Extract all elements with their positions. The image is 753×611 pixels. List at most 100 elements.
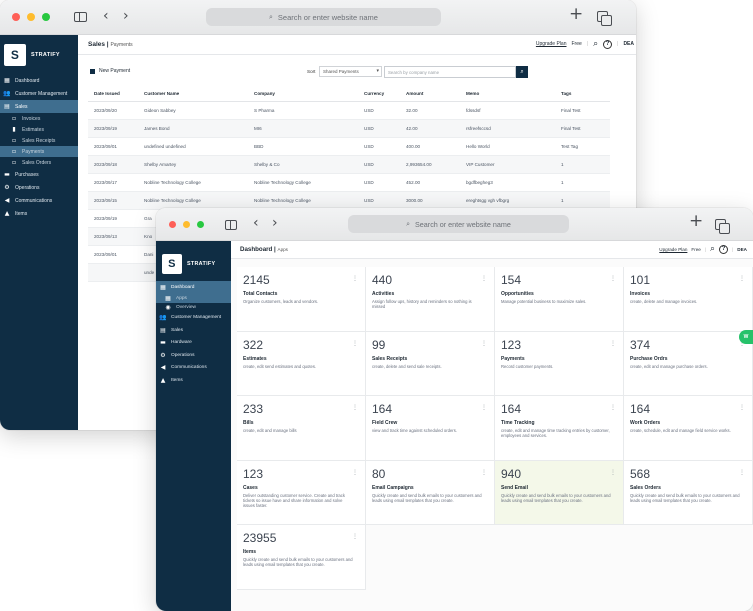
sidebar-item-communications[interactable]: ◀ Communications: [156, 362, 231, 375]
forward-icon[interactable]: ›: [123, 9, 129, 23]
app-card-cases[interactable]: 123 Cases Deliver outstanding customer ser…: [237, 460, 366, 525]
sidebar-item-operations[interactable]: ⚙ Operations: [156, 349, 231, 362]
column-header-customer-name[interactable]: Customer Name: [138, 87, 248, 102]
back-icon[interactable]: ‹: [103, 9, 109, 23]
sidebar-item-estimates[interactable]: ▮ Estimates: [0, 124, 78, 135]
more-options-icon[interactable]: ⋮: [610, 404, 616, 411]
close-window-button[interactable]: [12, 13, 20, 21]
app-card-estimates[interactable]: 322 Estimates create, edit send estimates …: [237, 331, 366, 396]
app-card-send-email[interactable]: 940 Send Email Quickly create and send bul…: [495, 460, 624, 525]
sidebar-item-items[interactable]: ▲ Items: [0, 207, 78, 220]
sidebar-item-items[interactable]: ▲ Items: [156, 374, 231, 387]
maximize-window-button[interactable]: [42, 13, 50, 21]
forward-icon[interactable]: ›: [272, 216, 278, 230]
sidebar-item-dashboard[interactable]: ▦ Dashboard: [0, 74, 78, 87]
upgrade-plan-link[interactable]: Upgrade Plan: [659, 247, 687, 252]
app-card-sales-orders[interactable]: 568 Sales Orders Quickly create and send b…: [624, 460, 753, 525]
company-search-input[interactable]: Search by company name: [384, 66, 516, 78]
search-icon[interactable]: ⌕: [593, 39, 598, 49]
sidebar-item-payments[interactable]: ▫ Payments: [0, 146, 78, 157]
sidebar-item-customer-management[interactable]: 👥 Customer Management: [0, 87, 78, 100]
sidebar-item-sales[interactable]: ▤ Sales: [0, 100, 78, 113]
table-row[interactable]: 2023/09/20 Gideon Sabbey S Pharma USD 32.00 f…: [88, 101, 610, 120]
help-icon[interactable]: ?: [719, 244, 729, 254]
more-options-icon[interactable]: ⋮: [481, 469, 487, 476]
column-header-amount[interactable]: Amount: [400, 87, 460, 102]
more-options-icon[interactable]: ⋮: [481, 340, 487, 347]
more-options-icon[interactable]: ⋮: [352, 533, 358, 540]
app-card-activities[interactable]: 440 Activities Assign follow ups, history …: [366, 267, 495, 332]
sidebar-item-sales[interactable]: ▤ Sales: [156, 324, 231, 337]
maximize-window-button[interactable]: [197, 221, 204, 228]
search-icon[interactable]: ⌕: [710, 244, 715, 254]
app-card-email-campaigns[interactable]: 80 Email Campaigns Quickly create and send…: [366, 460, 495, 525]
upgrade-plan-link[interactable]: Upgrade Plan: [536, 41, 567, 47]
more-options-icon[interactable]: ⋮: [481, 275, 487, 282]
new-payment-button[interactable]: New Payment: [90, 68, 130, 74]
app-card-purchase-ordrs[interactable]: 374 Purchase Ordrs create, edit and manage…: [624, 331, 753, 396]
table-row[interactable]: 2023/09/19 James Bond MI6 USD 42.00 rsfreefsc…: [88, 119, 610, 138]
more-options-icon[interactable]: ⋮: [352, 340, 358, 347]
sidebar-item-invoices[interactable]: ▫ Invoices: [0, 113, 78, 124]
sidebar-item-dashboard[interactable]: ▦ Dashboard: [156, 281, 231, 294]
sidebar-item-overview[interactable]: ◉ Overview: [156, 303, 231, 312]
column-header-date-issued[interactable]: Date Issued: [88, 87, 138, 102]
sidebar-item-customer-management[interactable]: 👥 Customer Management: [156, 312, 231, 325]
table-row[interactable]: 2023/09/17 Nobline Technology College Nobl…: [88, 173, 610, 192]
column-header-memo[interactable]: Memo: [460, 87, 555, 102]
sidebar-item-apps[interactable]: ▦ Apps: [156, 293, 231, 303]
tabs-overview-icon[interactable]: [715, 219, 730, 234]
whatsapp-chat-button[interactable]: W: [739, 330, 753, 344]
search-button[interactable]: ⌕: [516, 66, 528, 78]
sidebar-item-purchases[interactable]: ▬ Purchases: [0, 168, 78, 181]
new-tab-icon[interactable]: +: [689, 213, 703, 230]
more-options-icon[interactable]: ⋮: [610, 340, 616, 347]
table-row[interactable]: 2023/09/01 undefined undefined BBD USD 400.0…: [88, 137, 610, 156]
new-tab-icon[interactable]: +: [569, 6, 583, 23]
minimize-window-button[interactable]: [183, 221, 190, 228]
more-options-icon[interactable]: ⋮: [352, 469, 358, 476]
more-options-icon[interactable]: ⋮: [739, 469, 745, 476]
app-card-items[interactable]: 23955 Items Quickly create and send bulk e…: [237, 525, 366, 590]
sidebar-toggle-icon[interactable]: [74, 12, 87, 22]
address-bar[interactable]: ⌕ Search or enter website name: [206, 8, 441, 26]
sidebar-toggle-icon[interactable]: [225, 220, 237, 230]
sort-select[interactable]: Shared Payments: [319, 66, 382, 77]
app-card-payments[interactable]: 123 Payments Record customer payments. ⋮: [495, 331, 624, 396]
app-card-invoices[interactable]: 101 Invoices create, delete and manage inv…: [624, 267, 753, 332]
app-card-opportunities[interactable]: 154 Opportunities Manage potential busines…: [495, 267, 624, 332]
tabs-overview-icon[interactable]: [597, 11, 612, 26]
address-bar[interactable]: ⌕ Search or enter website name: [348, 215, 569, 233]
help-icon[interactable]: ?: [603, 39, 613, 49]
app-card-time-tracking[interactable]: 164 Time Tracking create, edit and manage …: [495, 396, 624, 461]
user-initials[interactable]: DEA: [623, 41, 634, 47]
brand[interactable]: S STRATIFY: [156, 241, 231, 279]
more-options-icon[interactable]: ⋮: [352, 404, 358, 411]
more-options-icon[interactable]: ⋮: [739, 275, 745, 282]
app-card-total-contacts[interactable]: 2145 Total Contacts Organize customers, le…: [237, 267, 366, 332]
sidebar-item-sales-receipts[interactable]: ▫ Sales Receipts: [0, 135, 78, 146]
table-row[interactable]: 2023/09/18 Shelby Amartey Shelby & Co USD 2,…: [88, 155, 610, 174]
app-card-bills[interactable]: 233 Bills create, edit and manage bills ⋮: [237, 396, 366, 461]
brand[interactable]: S STRATIFY: [0, 35, 78, 69]
back-icon[interactable]: ‹: [253, 216, 259, 230]
table-row[interactable]: 2023/09/15 Nobline Technology College Nobl…: [88, 191, 610, 210]
user-initials[interactable]: DEA: [737, 247, 747, 252]
sidebar-item-operations[interactable]: ⚙ Operations: [0, 181, 78, 194]
more-options-icon[interactable]: ⋮: [739, 404, 745, 411]
sidebar-item-sales-orders[interactable]: ▫ Sales Orders: [0, 157, 78, 168]
more-options-icon[interactable]: ⋮: [610, 275, 616, 282]
app-card-work-orders[interactable]: 164 Work Orders create, schedule, edit and…: [624, 396, 753, 461]
column-header-company[interactable]: Company: [248, 87, 358, 102]
column-header-tags[interactable]: Tags: [555, 87, 610, 102]
more-options-icon[interactable]: ⋮: [352, 275, 358, 282]
sidebar-item-communications[interactable]: ◀ Communications: [0, 194, 78, 207]
column-header-currency[interactable]: Currency: [358, 87, 400, 102]
more-options-icon[interactable]: ⋮: [610, 469, 616, 476]
app-card-field-crew[interactable]: 164 Field Crew view and track time against…: [366, 396, 495, 461]
minimize-window-button[interactable]: [27, 13, 35, 21]
sidebar-item-hardware[interactable]: ▬ Hardware: [156, 337, 231, 350]
app-card-sales-receipts[interactable]: 99 Sales Receipts create, delete and send …: [366, 331, 495, 396]
close-window-button[interactable]: [169, 221, 176, 228]
more-options-icon[interactable]: ⋮: [481, 404, 487, 411]
